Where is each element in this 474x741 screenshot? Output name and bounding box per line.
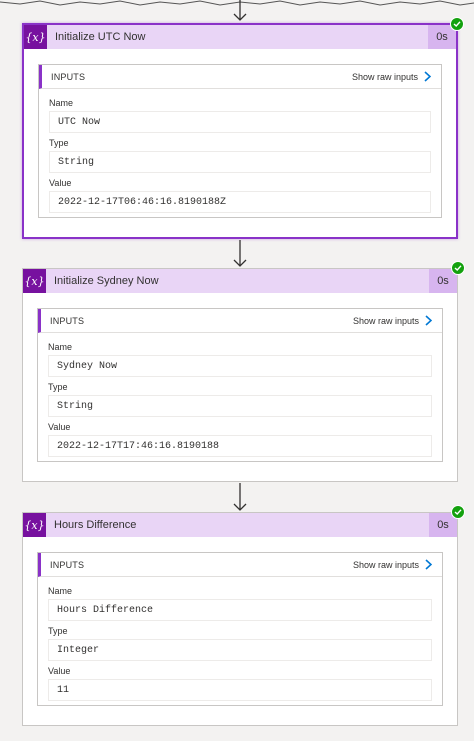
inputs-section-header: INPUTS Show raw inputs — [38, 553, 442, 577]
type-value: Integer — [48, 639, 432, 661]
show-raw-inputs-label: Show raw inputs — [351, 71, 418, 82]
inputs-panel: INPUTS Show raw inputs Name UTC Now Type… — [38, 64, 442, 218]
name-label: Name — [48, 586, 73, 596]
inputs-label: INPUTS — [51, 71, 86, 82]
card-header[interactable]: {x} Hours Difference 0s — [23, 505, 465, 537]
success-check-icon — [450, 17, 464, 31]
name-value: Sydney Now — [48, 355, 432, 377]
flow-arrow — [233, 240, 247, 267]
type-value: String — [48, 395, 432, 417]
chevron-right-icon — [425, 559, 432, 570]
inputs-panel: INPUTS Show raw inputs Name Hours Differ… — [37, 552, 443, 706]
card-header[interactable]: {x} Initialize Sydney Now 0s — [23, 261, 465, 293]
name-value: Hours Difference — [48, 599, 432, 621]
type-label: Type — [49, 138, 69, 148]
chevron-right-icon — [424, 71, 431, 82]
success-check-icon — [451, 261, 465, 275]
variable-icon: {x} — [23, 513, 46, 537]
inputs-section-header: INPUTS Show raw inputs — [38, 309, 442, 333]
name-label: Name — [48, 342, 73, 352]
action-card-hours-difference[interactable]: {x} Hours Difference 0s INPUTS Show raw … — [22, 505, 465, 726]
action-card-initialize-utc-now[interactable]: {x} Initialize UTC Now 0s INPUTS Show ra… — [22, 17, 464, 239]
value-value: 2022-12-17T17:46:16.8190188 — [48, 435, 432, 457]
value-value: 11 — [48, 679, 432, 701]
variable-icon: {x} — [24, 25, 47, 49]
card-title: Initialize Sydney Now — [54, 275, 159, 287]
inputs-label: INPUTS — [50, 559, 85, 570]
inputs-label: INPUTS — [50, 315, 85, 326]
chevron-right-icon — [425, 315, 432, 326]
card-header[interactable]: {x} Initialize UTC Now 0s — [24, 17, 464, 49]
action-card-initialize-sydney-now[interactable]: {x} Initialize Sydney Now 0s INPUTS Show… — [22, 261, 465, 482]
value-label: Value — [48, 422, 71, 432]
name-value: UTC Now — [49, 111, 431, 133]
name-label: Name — [49, 98, 74, 108]
flow-arrow — [233, 483, 247, 511]
show-raw-inputs-label: Show raw inputs — [352, 315, 419, 326]
value-label: Value — [48, 666, 71, 676]
flow-arrow — [233, 0, 247, 21]
type-label: Type — [48, 382, 68, 392]
show-raw-inputs-link[interactable]: Show raw inputs — [353, 315, 432, 326]
variable-icon: {x} — [23, 269, 46, 293]
inputs-panel: INPUTS Show raw inputs Name Sydney Now T… — [37, 308, 443, 462]
inputs-section-header: INPUTS Show raw inputs — [39, 65, 441, 89]
success-check-icon — [451, 505, 465, 519]
show-raw-inputs-link[interactable]: Show raw inputs — [352, 71, 431, 82]
card-title: Hours Difference — [54, 519, 137, 531]
type-label: Type — [48, 626, 68, 636]
show-raw-inputs-label: Show raw inputs — [352, 559, 419, 570]
value-value: 2022-12-17T06:46:16.8190188Z — [49, 191, 431, 213]
card-title: Initialize UTC Now — [55, 31, 146, 43]
show-raw-inputs-link[interactable]: Show raw inputs — [353, 559, 432, 570]
value-label: Value — [49, 178, 72, 188]
type-value: String — [49, 151, 431, 173]
